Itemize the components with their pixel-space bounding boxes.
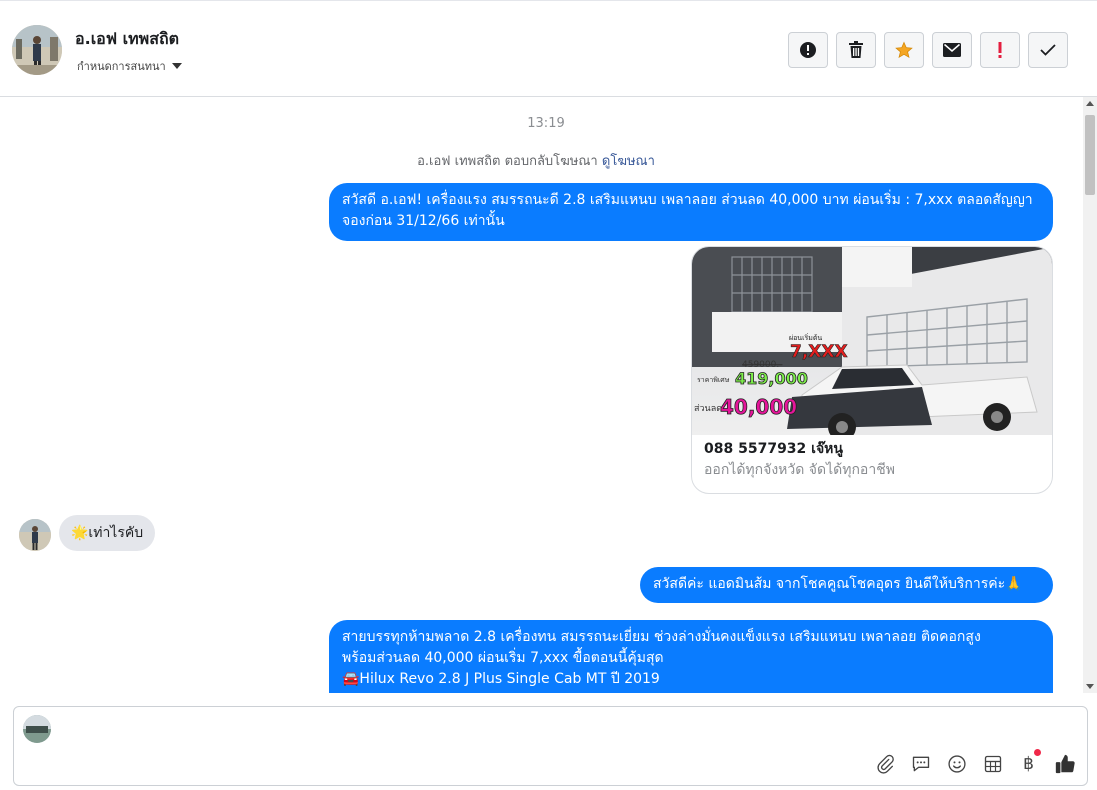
exclamation-icon (998, 42, 1002, 58)
ad-card-title: 088 5577932 เจ๊หนู (704, 441, 843, 457)
star-icon (895, 41, 913, 59)
thumbs-up-icon (1055, 754, 1075, 773)
emoji-icon (947, 754, 966, 773)
contact-name: อ.เอฟ เทพสถิต (75, 29, 180, 48)
notification-dot (1034, 749, 1041, 756)
outgoing-message-ad[interactable]: สวัสดี อ.เอฟ! เครื่องแรง สมรรถนะดี 2.8 เ… (329, 183, 1053, 241)
paperclip-icon (876, 754, 894, 774)
envelope-icon (943, 43, 961, 57)
scroll-down-arrow[interactable] (1086, 684, 1094, 689)
follow-up-button[interactable] (980, 32, 1020, 68)
like-button[interactable] (1053, 752, 1076, 775)
truck-ad-image: 459000.- ราคาพิเศษ 419,000 ส่วนลด 40,000… (692, 247, 1052, 435)
conversation-header: อ.เอฟ เทพสถิต กำหนดการสนทนา (0, 0, 1097, 97)
saved-replies-button[interactable] (909, 752, 932, 775)
ad-card[interactable]: 459000.- ราคาพิเศษ 419,000 ส่วนลด 40,000… (691, 246, 1053, 494)
mark-done-button[interactable] (1028, 32, 1068, 68)
view-ad-link[interactable]: ดูโฆษณา (602, 154, 655, 169)
appointment-button[interactable] (981, 752, 1004, 775)
ad-image-installment-label: ผ่อนเริ่มต้น (789, 333, 822, 342)
page-avatar (23, 715, 51, 743)
chevron-down-icon (171, 63, 182, 69)
ad-image-price: 419,000 (735, 369, 808, 388)
star-button[interactable] (884, 32, 924, 68)
promo-line-2: พร้อมส่วนลด 40,000 ผ่อนเริ่ม 7,xxx ขื้อต… (342, 650, 664, 666)
reply-note-text: อ.เอฟ เทพสถิต ตอบกลับโฆษณา (417, 154, 598, 169)
ad-image-special-label: ราคาพิเศษ (697, 376, 730, 384)
attach-button[interactable] (873, 752, 896, 775)
chat-scrollbar[interactable] (1083, 97, 1097, 693)
assign-label: กำหนดการสนทนา (77, 60, 166, 73)
message-timestamp: 13:19 (527, 116, 565, 131)
ad-image-installment: 7,XXX (790, 342, 848, 362)
promo-line-3: 🚘Hilux Revo 2.8 J Plus Single Cab MT ปี … (342, 671, 660, 687)
outgoing-message-greeting[interactable]: สวัสดีค่ะ แอดมินส้ม จากโชคคูณโชคอุดร ยิน… (640, 567, 1053, 603)
outgoing-message-promo[interactable]: สายบรรทุกห้ามพลาด 2.8 เครื่องทน สมรรถนะเ… (329, 620, 1053, 693)
mark-unread-button[interactable] (932, 32, 972, 68)
contact-avatar[interactable] (12, 25, 62, 75)
ad-reply-note: อ.เอฟ เทพสถิต ตอบกลับโฆษณา ดูโฆษณา (0, 150, 1072, 171)
delete-button[interactable] (836, 32, 876, 68)
report-button[interactable] (788, 32, 828, 68)
payment-button[interactable]: ฿ (1017, 749, 1041, 775)
scroll-thumb[interactable] (1085, 115, 1095, 195)
composer-tools: ฿ (873, 749, 1076, 775)
ad-card-subtitle: ออกได้ทุกจังหวัด จัดได้ทุกอาชีพ (704, 462, 895, 478)
check-icon (1040, 44, 1056, 56)
table-icon (984, 755, 1001, 772)
ad-image-discount: 40,000 (720, 395, 797, 419)
contact-avatar-small[interactable] (19, 519, 51, 551)
scroll-up-arrow[interactable] (1086, 101, 1094, 106)
speech-bubble-icon (912, 756, 929, 771)
header-actions (788, 32, 1068, 68)
trash-icon (849, 41, 863, 58)
incoming-message[interactable]: 🌟เท่าไรคับ (59, 515, 156, 551)
baht-icon: ฿ (1023, 753, 1034, 774)
alert-circle-icon (800, 42, 816, 58)
emoji-button[interactable] (945, 752, 968, 775)
promo-line-1: สายบรรทุกห้ามพลาด 2.8 เครื่องทน สมรรถนะเ… (342, 629, 981, 645)
message-thread[interactable]: 13:19 อ.เอฟ เทพสถิต ตอบกลับโฆษณา ดูโฆษณา… (0, 97, 1083, 693)
assign-conversation-dropdown[interactable]: กำหนดการสนทนา (77, 57, 182, 75)
message-composer[interactable]: ฿ (13, 706, 1088, 786)
ad-image-discount-label: ส่วนลด (694, 404, 722, 414)
